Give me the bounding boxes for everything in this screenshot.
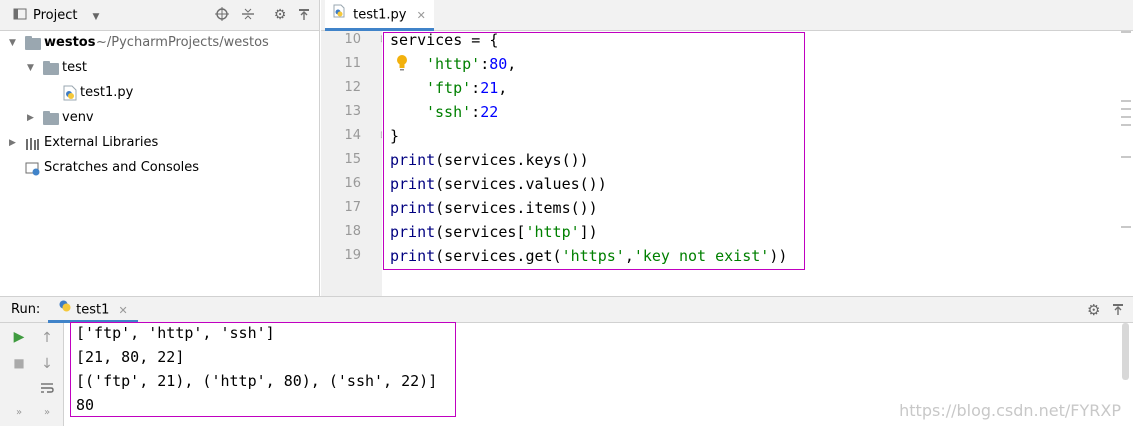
arrow-up-icon[interactable]: ↑ [39,330,55,346]
scroll-marker[interactable] [1121,31,1131,33]
line-number: 16 [344,176,361,191]
tree-item-westos[interactable]: ▼ westos ~/PycharmProjects/westos [0,31,320,55]
line-number: 19 [344,248,361,263]
project-panel: Project ▼ ⚙ ▼ westos ~/PycharmProjects/w… [0,0,320,296]
tree-item-label: test1.py [80,85,134,100]
tab-label: test1.py [353,7,407,23]
chevron-down-icon[interactable]: ▼ [9,38,19,48]
editor-gutter: 10 11 12 13 14 15 16 17 18 19 ⊟ ⊟ [321,31,388,296]
tab-test1-py[interactable]: test1.py ✕ [325,0,434,31]
tree-item-label: Scratches and Consoles [44,160,200,175]
highlight-box-output [70,322,456,417]
gear-icon[interactable]: ⚙ [1087,301,1100,319]
scroll-marker[interactable] [1121,116,1131,118]
tree-item-label: test [62,60,87,75]
soft-wrap-icon[interactable] [39,381,55,397]
chevron-right-icon[interactable]: ▶ [9,138,19,148]
tab-run-test1[interactable]: test1 ✕ [48,297,138,323]
more-icon[interactable]: » [11,405,27,421]
close-icon[interactable]: ✕ [417,9,426,22]
line-number: 18 [344,224,361,239]
python-icon [58,297,72,323]
run-icon[interactable]: ▶ [11,329,27,345]
line-number: 14 [344,128,361,143]
chevron-down-icon[interactable]: ▼ [88,9,104,25]
python-file-icon [333,0,345,30]
arrow-down-icon[interactable]: ↓ [39,356,55,372]
chevron-right-icon[interactable]: ▶ [27,113,37,123]
scroll-marker[interactable] [1121,226,1131,228]
tree-item-test[interactable]: ▼ test [0,56,320,80]
line-number: 17 [344,200,361,215]
tree-item-external-libraries[interactable]: ▶ External Libraries [0,131,320,155]
scroll-marker[interactable] [1121,124,1131,126]
folder-icon [25,36,41,50]
run-tab-label: test1 [76,302,110,318]
tree-item-path: ~/PycharmProjects/westos [96,35,269,50]
tree-item-venv[interactable]: ▶ venv [0,106,320,130]
tree-item-label: External Libraries [44,135,159,150]
scroll-marker[interactable] [1121,100,1131,102]
folder-icon [43,111,59,125]
line-number: 12 [344,80,361,95]
highlight-box-code [383,32,805,270]
scratches-icon [25,161,41,185]
editor-tab-bar: test1.py ✕ [321,0,1133,31]
project-view-icon[interactable] [12,7,28,23]
folder-icon [43,61,59,75]
scroll-marker[interactable] [1121,108,1131,110]
scroll-marker[interactable] [1121,156,1131,158]
line-number: 13 [344,104,361,119]
tree-item-scratches[interactable]: Scratches and Consoles [0,156,320,180]
line-number: 15 [344,152,361,167]
watermark: https://blog.csdn.net/FYRXP [899,401,1121,420]
scrollbar-thumb[interactable] [1122,323,1129,380]
line-number: 11 [344,56,361,71]
run-tool-bar: Run: test1 ✕ ⚙ [0,296,1133,323]
gear-icon[interactable]: ⚙ [272,7,288,23]
run-side-toolbar: ▶ ■ » ↑ ↓ » [0,323,64,426]
run-label: Run: [11,302,41,317]
line-number: 10 [344,32,361,47]
collapse-all-icon[interactable] [240,7,256,23]
more-icon[interactable]: » [39,405,55,421]
tree-item-label: westos [44,35,96,50]
project-panel-header: Project ▼ ⚙ [0,0,319,31]
locate-icon[interactable] [214,7,230,23]
project-panel-title[interactable]: Project [33,8,77,23]
hide-panel-icon[interactable] [1111,302,1125,320]
close-icon[interactable]: ✕ [119,304,128,317]
tree-item-test1-py[interactable]: test1.py [0,81,320,105]
hide-panel-icon[interactable] [296,7,312,23]
stop-icon[interactable]: ■ [11,355,27,371]
tree-item-label: venv [62,110,94,125]
chevron-down-icon[interactable]: ▼ [27,63,37,73]
